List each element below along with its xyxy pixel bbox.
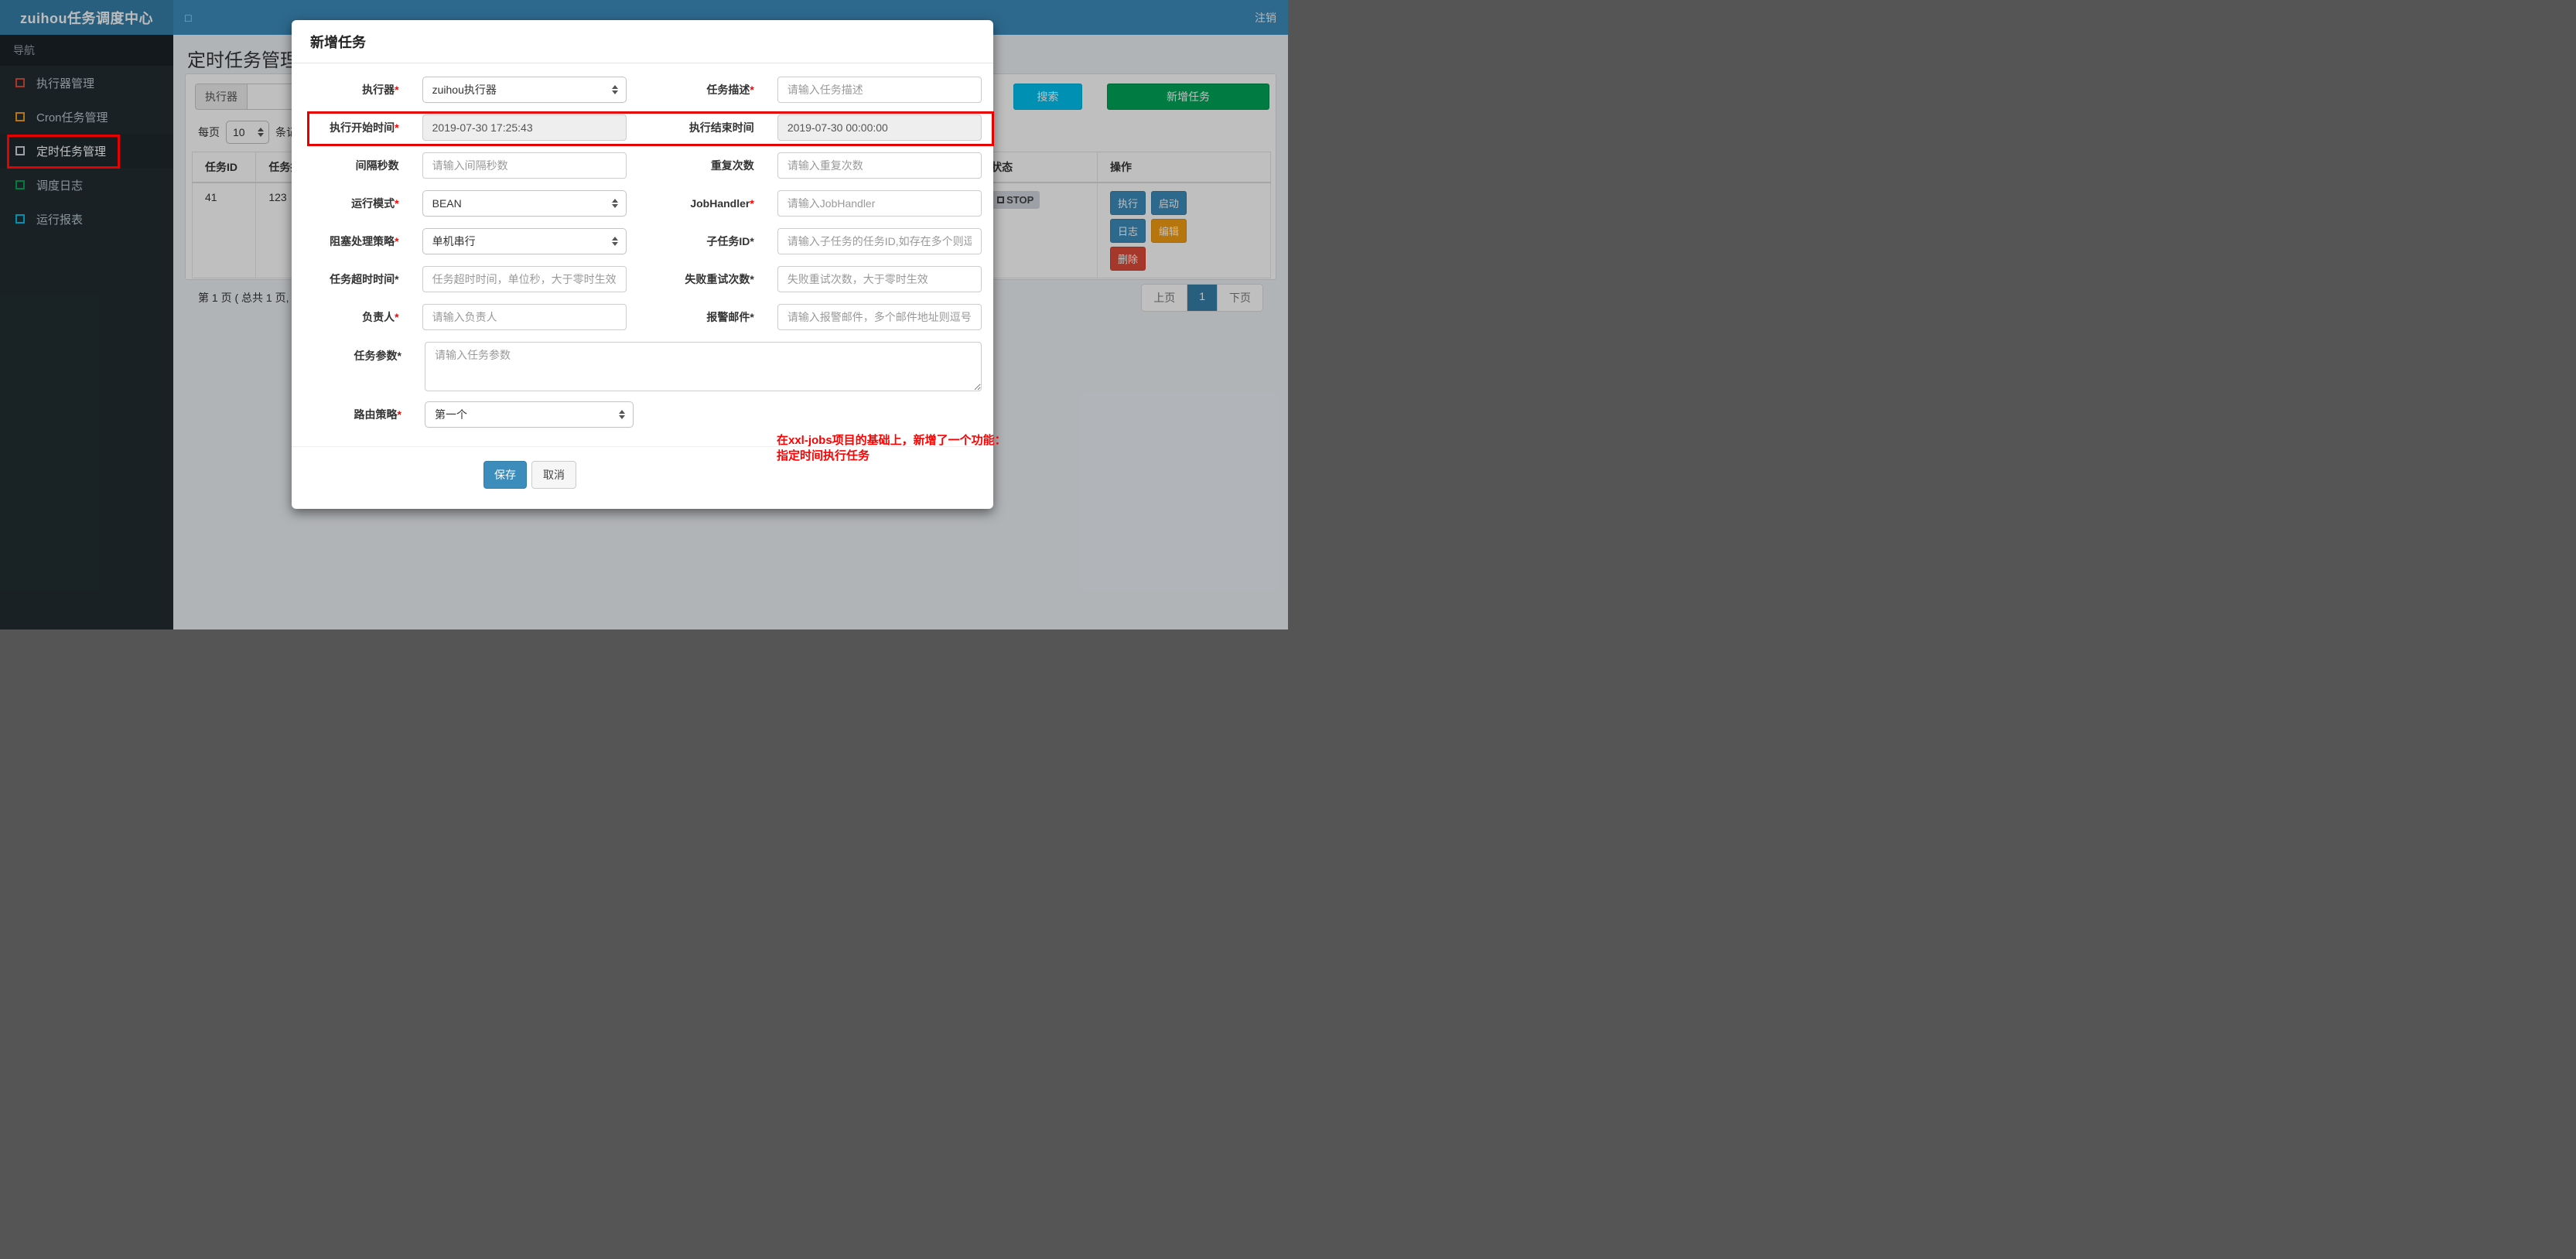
executor-select-value: zuihou执行器	[432, 84, 497, 96]
route-strategy-label: 路由策略*	[354, 408, 401, 421]
cancel-button[interactable]: 取消	[531, 461, 576, 489]
save-button[interactable]: 保存	[483, 461, 527, 489]
repeat-count-input[interactable]	[777, 152, 982, 179]
route-strategy-select[interactable]: 第一个	[425, 401, 634, 428]
end-time-input[interactable]	[777, 114, 982, 141]
executor-label: 执行器*	[362, 84, 399, 96]
form-row-1: 执行器* zuihou执行器 任务描述*	[292, 77, 982, 103]
block-strategy-label: 阻塞处理策略*	[330, 235, 399, 247]
job-desc-input[interactable]	[777, 77, 982, 103]
interval-input[interactable]	[422, 152, 627, 179]
app-root: zuihou任务调度中心 □ 注销 导航 执行器管理 Cron任务管理 定时任务…	[0, 0, 1288, 630]
child-job-id-label: 子任务ID*	[706, 235, 754, 247]
interval-label: 间隔秒数	[355, 159, 399, 172]
form-row-5: 阻塞处理策略* 单机串行 子任务ID*	[292, 228, 982, 254]
retry-count-input[interactable]	[777, 266, 982, 292]
form-row-4: 运行模式* BEAN JobHandler*	[292, 190, 982, 217]
select-stepper-icon	[619, 410, 625, 419]
block-strategy-select[interactable]: 单机串行	[422, 228, 627, 254]
add-task-modal: 新增任务 执行器* zuihou执行器 任务描述* 执行开始时间* 执行结束时间…	[292, 20, 1006, 509]
start-time-label: 执行开始时间*	[330, 121, 399, 134]
run-mode-select-value: BEAN	[432, 197, 462, 210]
executor-select[interactable]: zuihou执行器	[422, 77, 627, 103]
feature-note-line1: 在xxl-jobs项目的基础上，新增了一个功能：	[777, 434, 1006, 447]
end-time-label: 执行结束时间	[688, 121, 754, 134]
select-stepper-icon	[611, 85, 618, 94]
feature-note-line2: 指定时间执行任务	[777, 449, 870, 462]
owner-label: 负责人*	[362, 311, 399, 323]
job-desc-label: 任务描述*	[706, 84, 754, 96]
job-param-textarea[interactable]	[425, 342, 982, 391]
run-mode-select[interactable]: BEAN	[422, 190, 627, 217]
run-mode-label: 运行模式*	[351, 197, 399, 210]
form-row-2: 执行开始时间* 执行结束时间	[292, 114, 982, 141]
alarm-email-label: 报警邮件*	[706, 311, 754, 323]
job-param-label: 任务参数*	[354, 350, 401, 362]
owner-input[interactable]	[422, 304, 627, 330]
feature-note: 在xxl-jobs项目的基础上，新增了一个功能： 指定时间执行任务	[777, 433, 1006, 464]
start-time-input[interactable]	[422, 114, 627, 141]
form-row-6: 任务超时时间* 失败重试次数*	[292, 266, 982, 292]
modal-body: 执行器* zuihou执行器 任务描述* 执行开始时间* 执行结束时间 间隔秒数…	[292, 63, 1006, 489]
select-stepper-icon	[611, 237, 618, 246]
retry-count-label: 失败重试次数*	[685, 273, 754, 285]
job-handler-label: JobHandler*	[690, 197, 754, 210]
child-job-id-input[interactable]	[777, 228, 982, 254]
form-row-7: 负责人* 报警邮件*	[292, 304, 982, 330]
job-handler-input[interactable]	[777, 190, 982, 217]
timeout-input[interactable]	[422, 266, 627, 292]
form-row-param: 任务参数*	[292, 342, 982, 391]
form-row-route: 路由策略* 第一个	[292, 401, 982, 428]
timeout-label: 任务超时时间*	[330, 273, 399, 285]
block-strategy-select-value: 单机串行	[432, 235, 476, 247]
modal-title: 新增任务	[292, 20, 993, 63]
route-strategy-select-value: 第一个	[435, 408, 467, 421]
repeat-count-label: 重复次数	[710, 159, 754, 172]
alarm-email-input[interactable]	[777, 304, 982, 330]
form-row-3: 间隔秒数 重复次数	[292, 152, 982, 179]
select-stepper-icon	[611, 199, 618, 208]
